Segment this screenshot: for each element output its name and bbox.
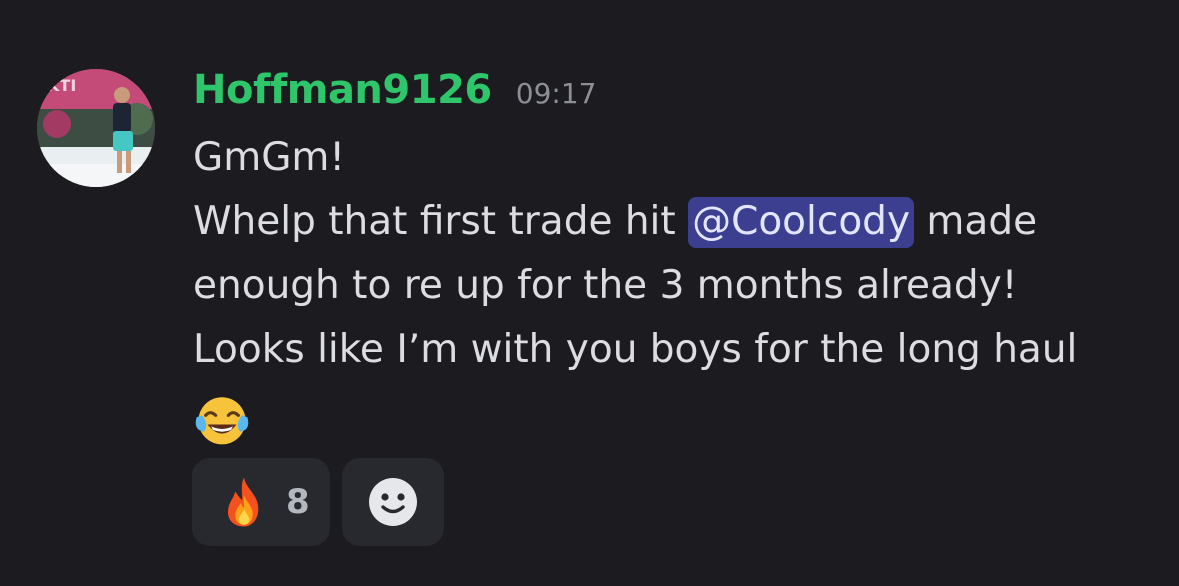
message-content: GmGm! Whelp that first trade hit @Coolco… bbox=[193, 126, 1153, 446]
avatar-photo-icon: KTI bbox=[37, 69, 155, 187]
user-mention[interactable]: @Coolcody bbox=[688, 197, 915, 248]
reaction-fire[interactable]: 8 bbox=[192, 458, 330, 546]
avatar[interactable]: KTI bbox=[37, 69, 155, 187]
message-line bbox=[193, 382, 1153, 446]
message-line: Whelp that first trade hit @Coolcody mad… bbox=[193, 190, 1153, 254]
message-line: enough to re up for the 3 months already… bbox=[193, 263, 1018, 308]
message-text: made bbox=[914, 199, 1038, 244]
svg-text:KTI: KTI bbox=[47, 76, 76, 95]
face-with-tears-of-joy-icon bbox=[195, 397, 249, 445]
reaction-count: 8 bbox=[286, 482, 310, 522]
reaction-bar: 8 bbox=[192, 458, 444, 546]
author-username[interactable]: Hoffman9126 bbox=[193, 64, 492, 116]
message-header: Hoffman9126 09:17 bbox=[193, 64, 596, 116]
smile-icon bbox=[369, 478, 417, 526]
fire-icon bbox=[227, 477, 259, 527]
message-timestamp[interactable]: 09:17 bbox=[516, 68, 597, 120]
chat-message: KTI Hoffman9126 09:17 GmGm! Whelp that f… bbox=[0, 0, 1179, 586]
add-reaction-button[interactable] bbox=[342, 458, 444, 546]
message-text: Whelp that first trade hit bbox=[193, 199, 689, 244]
message-line: Looks like I’m with you boys for the lon… bbox=[193, 327, 1078, 372]
message-line: GmGm! bbox=[193, 135, 346, 180]
